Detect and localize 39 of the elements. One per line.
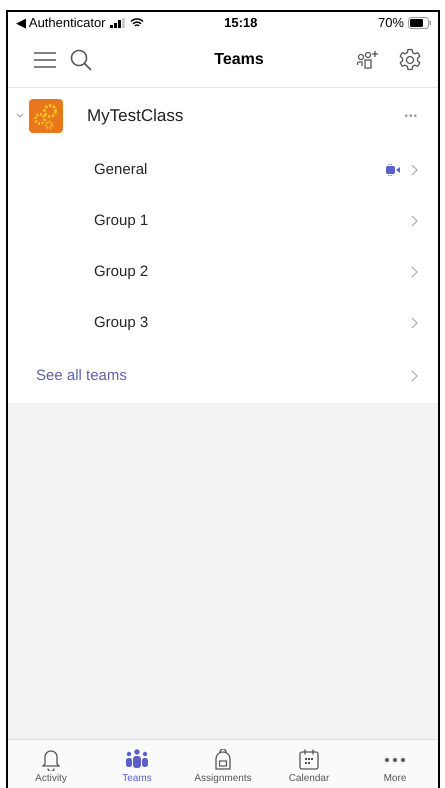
more-icon (384, 758, 406, 762)
wifi-icon (130, 18, 144, 28)
tab-button[interactable]: More (352, 740, 438, 788)
settings-icon[interactable] (398, 48, 422, 72)
see-all-teams-link[interactable]: See all teams (36, 367, 411, 384)
channel-name: Group 2 (94, 263, 150, 280)
channel-item[interactable]: Group 3 (8, 297, 438, 348)
channel-item[interactable]: General (8, 144, 438, 195)
chevron-right-icon (411, 370, 418, 382)
tab-button[interactable]: Teams (94, 740, 180, 788)
back-app-label[interactable]: ◀ Authenticator (16, 15, 106, 30)
channel-name: General (94, 161, 148, 178)
channel-item[interactable]: Group 2 (8, 246, 438, 297)
channel-name: Group 1 (94, 212, 150, 229)
chevron-right-icon (411, 214, 418, 226)
clock-time: 15:18 (224, 15, 258, 30)
battery-icon (408, 16, 432, 28)
chevron-right-icon (411, 164, 418, 176)
signal-icon (110, 18, 126, 28)
chevron-right-icon (411, 316, 418, 328)
battery-percent: 70% (378, 15, 404, 30)
tab-button[interactable]: Assignments (180, 740, 266, 788)
bell-icon (41, 749, 61, 771)
add-people-icon[interactable] (356, 50, 380, 70)
channel-name: Group 3 (94, 314, 150, 331)
backpack-icon (214, 749, 232, 771)
channel-item[interactable]: Group 1 (8, 195, 438, 246)
team-name[interactable]: MyTestClass (87, 106, 404, 126)
page-title: Teams (213, 51, 265, 69)
collapse-chevron-icon[interactable] (16, 113, 24, 119)
people-icon (125, 749, 149, 771)
team-avatar-icon (29, 99, 63, 133)
tab-button[interactable]: Calendar (266, 740, 352, 788)
chevron-right-icon (411, 266, 418, 278)
video-call-icon (385, 162, 401, 176)
calendar-icon (299, 749, 319, 771)
tab-button[interactable]: Activity (8, 740, 94, 788)
search-icon[interactable] (70, 49, 92, 71)
menu-icon[interactable] (34, 52, 56, 68)
